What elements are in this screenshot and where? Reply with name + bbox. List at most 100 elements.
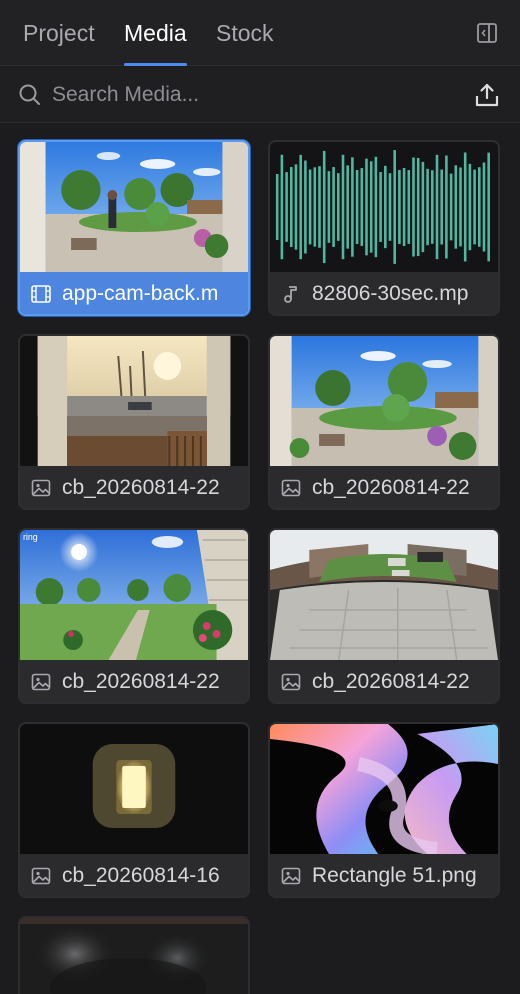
media-item[interactable]: ring cb_20260814-22: [18, 528, 250, 704]
media-caption: app-cam-back.m: [20, 272, 248, 314]
waveform-bar: [341, 154, 345, 260]
media-caption: cb_20260814-22: [20, 660, 248, 702]
media-name: cb_20260814-22: [62, 670, 220, 693]
media-caption: cb_20260814-22: [270, 466, 498, 508]
image-icon: [280, 865, 302, 887]
image-icon: [30, 477, 52, 499]
waveform-bar: [351, 157, 354, 257]
waveform-bar: [308, 169, 312, 245]
waveform-bar: [440, 169, 443, 245]
media-item[interactable]: 82806-30sec.mp: [268, 140, 500, 316]
waveform-bar: [416, 157, 420, 257]
media-grid: app-cam-back.m 82806-30sec.mp cb_2026081…: [0, 124, 520, 994]
svg-text:ring: ring: [23, 532, 38, 542]
film-icon: [30, 283, 52, 305]
waveform-bar: [355, 170, 359, 244]
panel-toggle-icon[interactable]: [476, 22, 498, 44]
waveform-bar: [487, 152, 490, 262]
waveform-bar: [454, 165, 458, 249]
media-item[interactable]: app-cam-back.m: [18, 140, 250, 316]
waveform-bar: [478, 167, 481, 247]
waveform-bar: [322, 150, 326, 264]
tab-project[interactable]: Project: [23, 0, 95, 66]
tab-stock-label: Stock: [216, 20, 274, 46]
search-input[interactable]: [52, 77, 452, 113]
image-icon: [280, 477, 302, 499]
waveform-bar: [426, 168, 429, 246]
waveform-bar: [459, 167, 462, 247]
image-thumbnail: [20, 336, 248, 466]
image-thumbnail: [270, 724, 498, 854]
active-tab-indicator: [124, 63, 187, 66]
waveform-bar: [421, 161, 425, 253]
audio-waveform-thumbnail: [270, 142, 498, 272]
waveform-bar: [393, 150, 396, 264]
waveform-bar: [379, 172, 382, 242]
media-caption: 82806-30sec.mp: [270, 272, 498, 314]
waveform-bar: [360, 168, 364, 246]
waveform-bar: [482, 162, 486, 252]
waveform-bar: [398, 169, 401, 245]
image-thumbnail: [20, 918, 248, 994]
waveform-bar: [445, 155, 448, 259]
waveform-bar: [327, 171, 331, 243]
media-item[interactable]: cb_20260814-22: [268, 528, 500, 704]
waveform-bar: [294, 164, 298, 250]
waveform-bar: [299, 154, 302, 260]
waveform-bar: [318, 166, 321, 248]
waveform-bar: [374, 156, 378, 258]
media-name: cb_20260814-22: [312, 670, 470, 693]
media-item[interactable]: [18, 916, 250, 994]
media-name: app-cam-back.m: [62, 282, 219, 305]
waveform-bar: [313, 167, 317, 247]
media-item[interactable]: cb_20260814-22: [18, 334, 250, 510]
waveform-bar: [384, 165, 387, 249]
tab-stock[interactable]: Stock: [216, 0, 274, 66]
upload-icon[interactable]: [474, 82, 500, 108]
media-name: cb_20260814-16: [62, 864, 220, 887]
media-name: cb_20260814-22: [312, 476, 470, 499]
image-thumbnail: [270, 530, 498, 660]
tab-project-label: Project: [23, 20, 95, 46]
waveform-bar: [275, 174, 279, 240]
search-bar: [0, 67, 520, 123]
waveform-bar: [365, 158, 368, 256]
waveform-bar: [407, 170, 411, 244]
waveform-bar: [332, 167, 335, 247]
media-caption: Rectangle 51.png: [270, 854, 498, 896]
media-name: cb_20260814-22: [62, 476, 220, 499]
media-item[interactable]: cb_20260814-16: [18, 722, 250, 898]
media-item[interactable]: cb_20260814-22: [268, 334, 500, 510]
waveform-bar: [473, 169, 476, 245]
waveform-bar: [449, 173, 453, 241]
media-caption: cb_20260814-22: [20, 466, 248, 508]
music-note-icon: [280, 283, 302, 305]
waveform-bar: [289, 167, 293, 247]
waveform-bar: [435, 154, 439, 260]
waveform-bar: [369, 161, 373, 253]
media-name: Rectangle 51.png: [312, 864, 477, 887]
waveform-bar: [346, 165, 349, 249]
waveform-bar: [336, 173, 340, 241]
image-thumbnail: [270, 336, 498, 466]
media-panel: Project Media Stock Search Media... app-…: [0, 0, 520, 994]
video-thumbnail: [20, 142, 248, 272]
waveform-bar: [402, 168, 406, 246]
image-icon: [280, 671, 302, 693]
media-caption: cb_20260814-22: [270, 660, 498, 702]
image-thumbnail: ring: [20, 530, 248, 660]
image-icon: [30, 865, 52, 887]
media-caption: cb_20260814-16: [20, 854, 248, 896]
search-icon: [18, 83, 42, 107]
waveform-bar: [431, 170, 434, 244]
waveform-bar: [388, 173, 392, 241]
waveform-bar: [412, 157, 415, 257]
tab-media-label: Media: [124, 20, 187, 46]
waveform-bar: [463, 152, 467, 262]
tab-media[interactable]: Media: [124, 0, 187, 66]
waveform-bar: [280, 154, 284, 260]
media-item[interactable]: Rectangle 51.png: [268, 722, 500, 898]
image-icon: [30, 671, 52, 693]
waveform-bar: [285, 172, 288, 242]
image-thumbnail: [20, 724, 248, 854]
